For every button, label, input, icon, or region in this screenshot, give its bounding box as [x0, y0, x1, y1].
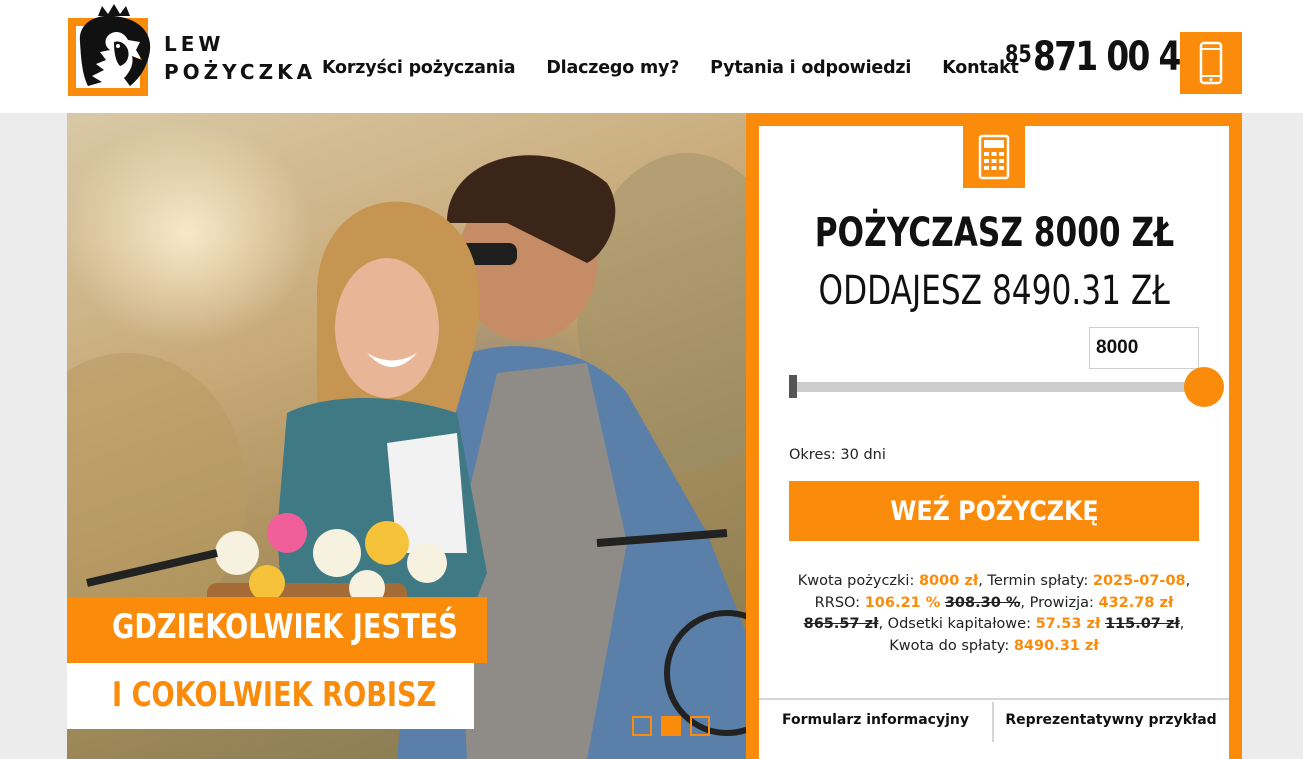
- summary-fee: 432.78 zł: [1098, 594, 1174, 611]
- calculator-icon: [978, 134, 1010, 180]
- hero-slogan-line2: I COKOLWIEK ROBISZ: [67, 663, 474, 729]
- slider-dot-3[interactable]: [690, 716, 710, 736]
- amount-slider-thumb[interactable]: [1184, 367, 1224, 407]
- hero-slogan-line1: GDZIEKOLWIEK JESTEŚ: [67, 597, 487, 663]
- calculator-tabs: Formularz informacyjny Reprezentatywny p…: [759, 698, 1229, 759]
- phone-button[interactable]: [1180, 32, 1242, 94]
- phone-prefix: 85: [1005, 40, 1032, 68]
- summary-rrso: 106.21 %: [864, 594, 941, 611]
- summary-interest-old: 115.07 zł: [1104, 616, 1180, 632]
- logo-text-line1: LEW: [164, 32, 225, 56]
- smartphone-icon: [1199, 41, 1223, 85]
- summary-amount: 8000 zł: [918, 573, 979, 589]
- summary-interest: 57.53 zł: [1035, 616, 1101, 632]
- nav-faq[interactable]: Pytania i odpowiedzi: [710, 58, 911, 78]
- tab-divider: [992, 702, 994, 742]
- repay-amount-title: ODDAJESZ 8490.31 ZŁ: [818, 268, 1170, 314]
- slider-dot-1[interactable]: [632, 716, 652, 736]
- phone-digits: 871 00 49: [1033, 34, 1202, 80]
- site-header: LEW POŻYCZKA Korzyści pożyczania Dlaczeg…: [0, 0, 1303, 113]
- amount-input[interactable]: [1089, 327, 1199, 369]
- phone-number[interactable]: 85 871 00 49: [1005, 34, 1202, 80]
- main-nav: Korzyści pożyczania Dlaczego my? Pytania…: [322, 58, 1019, 78]
- summary-total: 8490.31 zł: [1013, 637, 1099, 654]
- loan-summary: Kwota pożyczki: 8000 zł, Termin spłaty: …: [797, 573, 1191, 654]
- summary-rrso-old: 308.30 %: [944, 594, 1021, 611]
- amount-slider-start: [789, 375, 797, 398]
- slider-dots: [632, 716, 710, 736]
- tab-information-form[interactable]: Formularz informacyjny: [759, 710, 992, 731]
- lion-icon: [79, 4, 151, 86]
- logo-text-line2: POŻYCZKA: [164, 60, 317, 84]
- borrow-amount-title: POŻYCZASZ 8000 ZŁ: [814, 210, 1174, 256]
- logo[interactable]: LEW POŻYCZKA: [68, 4, 312, 98]
- summary-term: 2025-07-08: [1092, 573, 1186, 589]
- calculator-badge: [963, 126, 1025, 188]
- nav-why-us[interactable]: Dlaczego my?: [546, 58, 679, 78]
- loan-period: Okres: 30 dni: [789, 447, 886, 463]
- take-loan-button[interactable]: WEŹ POŻYCZKĘ: [789, 481, 1199, 541]
- summary-fee-old: 865.57 zł: [803, 616, 879, 632]
- amount-slider-track[interactable]: [791, 382, 1205, 392]
- nav-benefits[interactable]: Korzyści pożyczania: [322, 58, 516, 78]
- slider-dot-2[interactable]: [661, 716, 681, 736]
- tab-representative-example[interactable]: Reprezentatywny przykład: [995, 710, 1227, 731]
